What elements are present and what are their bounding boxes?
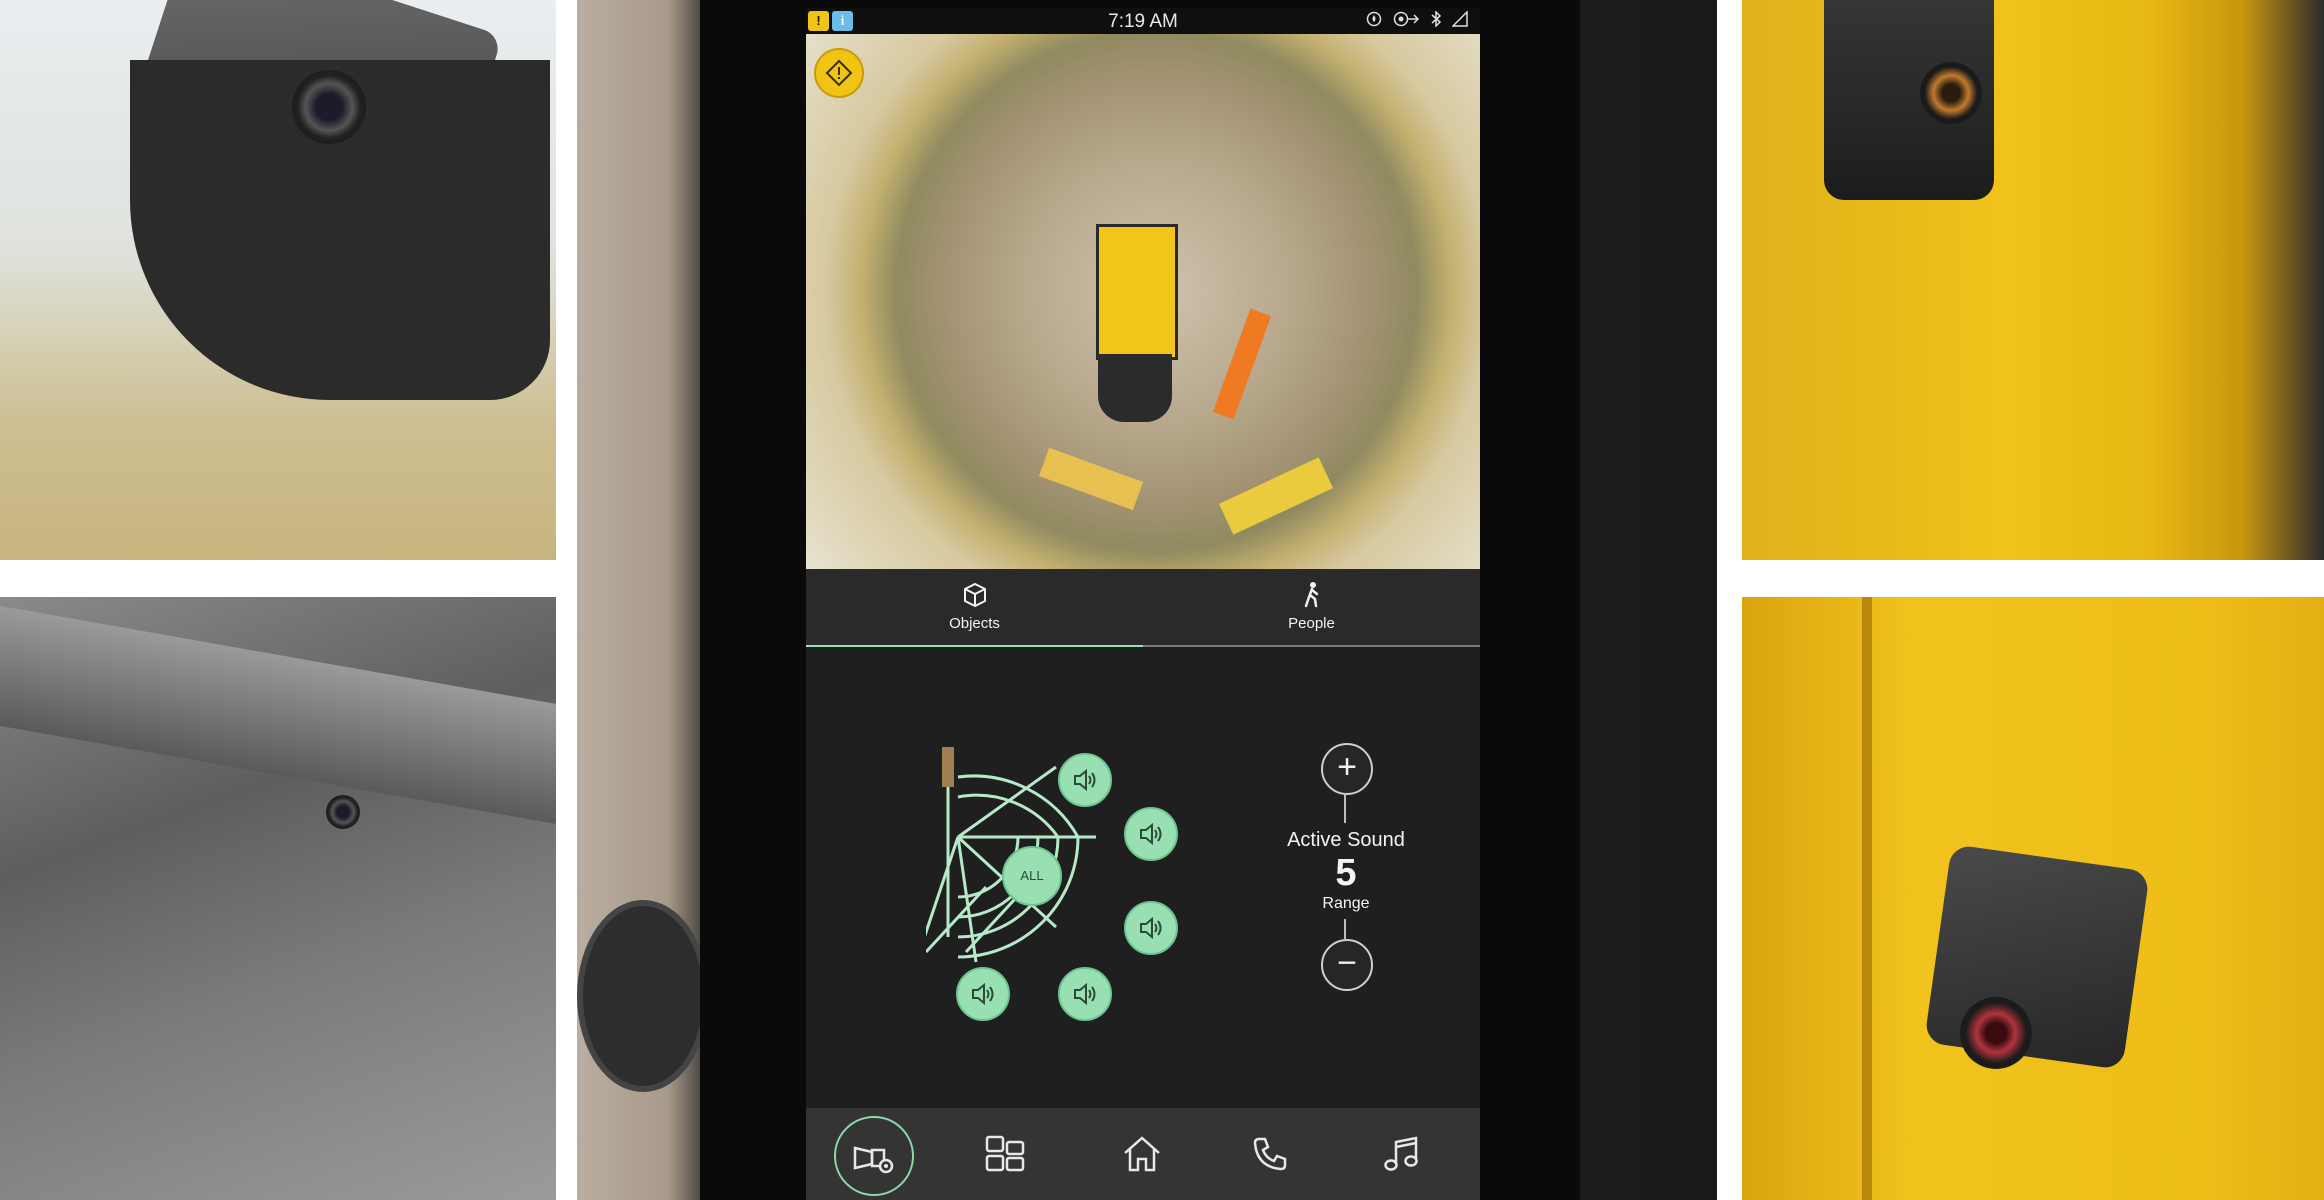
detection-tabs: Objects People [806,569,1480,647]
speaker-icon [972,982,994,1006]
nav-home[interactable] [1106,1118,1178,1190]
range-label: Range [1322,895,1370,912]
range-control: + Active Sound 5 Range − [1261,647,1431,1108]
person-detection-zone [1212,308,1272,420]
phone-icon [1253,1137,1287,1171]
status-indicators [1366,10,1468,32]
camera-housing [1924,844,2150,1070]
photo-roof-camera [0,597,556,1200]
sound-zone-rear-left-button[interactable] [956,967,1010,1021]
range-connector [1344,919,1346,939]
sound-range-panel: ALL + Active Sound 5 Range − [806,647,1480,1108]
photo-mirror-camera [0,0,556,560]
camera-lens [292,70,366,144]
range-title: Active Sound [1287,829,1405,851]
sound-zone-all-button[interactable]: ALL [1002,846,1062,906]
object-detection-zone [1038,447,1144,511]
apps-grid-icon [985,1135,1025,1172]
roof-edge [0,602,556,832]
sound-zone-rear-button[interactable] [1058,967,1112,1021]
camera-lens [1960,997,2032,1069]
status-bar: ! i 7:19 AM [806,8,1480,34]
bluetooth-icon [1430,10,1442,32]
speaker-icon [1074,982,1096,1006]
tab-people-label: People [1288,615,1335,632]
cube-icon [961,581,989,614]
nav-camera-settings[interactable] [834,1116,914,1196]
photo-side-camera [1742,0,2324,560]
machine-rear [1098,354,1172,422]
range-increase-button[interactable]: + [1321,743,1373,795]
gauge [577,900,709,1092]
camera-lens [1920,62,1982,124]
nav-phone[interactable] [1234,1118,1306,1190]
display-screen: ! i 7:19 AM Objects People ALL + Active … [806,8,1480,1200]
bottom-nav [806,1108,1480,1200]
nav-music[interactable] [1366,1118,1438,1190]
tab-objects-label: Objects [949,615,1000,632]
speaker-icon [1140,822,1162,846]
object-detection-zone [1218,457,1334,535]
sound-zone-rear-right-button[interactable] [1124,901,1178,955]
panel-seam [1862,597,1872,1200]
tab-people[interactable]: People [1143,569,1480,647]
range-connector [1344,793,1346,823]
walking-person-icon [1298,581,1326,614]
range-value: 5 [1335,852,1357,894]
camera-settings-icon [853,1146,894,1174]
photo-rear-camera [1742,597,2324,1200]
home-icon [1124,1136,1160,1172]
sound-zone-front-button[interactable] [1058,753,1112,807]
range-decrease-button[interactable]: − [1321,939,1373,991]
location-icon [1366,11,1382,32]
sound-zone-front-right-button[interactable] [1124,807,1178,861]
speaker-icon [1074,768,1096,792]
machine-overhead [1096,224,1178,360]
signal-icon [1451,10,1468,32]
music-icon [1384,1136,1418,1171]
surround-camera-view[interactable] [806,34,1480,569]
speaker-icon [1140,916,1162,940]
camera-lens [326,795,360,829]
warning-diamond-icon[interactable] [814,48,864,98]
turbo-icon [1392,11,1420,32]
nav-apps[interactable] [970,1118,1042,1190]
tab-objects[interactable]: Objects [806,569,1143,647]
